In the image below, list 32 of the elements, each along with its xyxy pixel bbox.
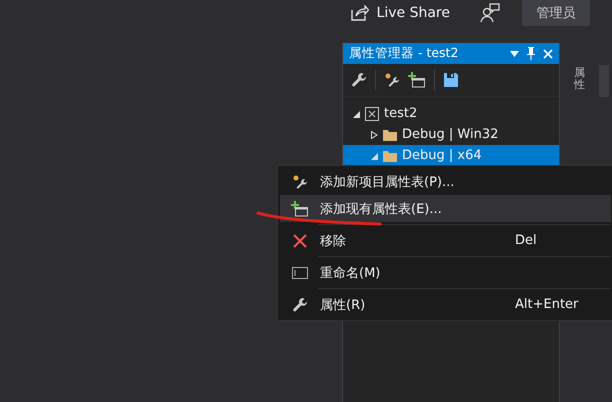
person-chat-icon[interactable]	[480, 3, 500, 23]
folder-icon	[383, 128, 397, 140]
pin-icon[interactable]	[527, 47, 535, 60]
add-sheet-icon	[408, 72, 426, 88]
user-button[interactable]: 管理员	[522, 0, 590, 26]
tree-item[interactable]: test2	[343, 103, 559, 124]
tree-item[interactable]: Debug | Win32	[343, 124, 559, 145]
close-icon[interactable]	[543, 48, 553, 58]
tree-item-label: Debug | x64	[402, 148, 482, 163]
shortcut-label: Del	[515, 233, 538, 248]
add-sheet-icon	[291, 200, 309, 216]
menu-item[interactable]: 添加现有属性表(E)...	[280, 195, 611, 227]
wrench-icon	[351, 72, 367, 88]
folder-icon	[383, 150, 397, 162]
sparkle-wrench-icon	[292, 174, 308, 190]
tree-item-label: test2	[384, 106, 418, 121]
live-share-button[interactable]: Live Share	[342, 5, 458, 21]
collapsed-arrow-icon[interactable]	[371, 130, 378, 138]
save-icon	[443, 72, 459, 88]
dropdown-icon[interactable]	[510, 50, 519, 56]
project-icon	[365, 106, 379, 120]
tree-item[interactable]: Debug | x64	[343, 145, 559, 166]
side-tab[interactable]: 属性	[574, 67, 585, 92]
rename-icon	[292, 266, 308, 278]
expanded-arrow-icon[interactable]	[353, 110, 360, 118]
tree-item-label: Debug | Win32	[402, 127, 498, 142]
close-icon	[293, 234, 307, 248]
share-icon	[350, 5, 369, 21]
shortcut-label: Alt+Enter	[515, 297, 580, 312]
wrench-icon	[292, 296, 308, 312]
sparkle-wrench-icon	[384, 72, 400, 88]
panel-title: 属性管理器 - test2	[349, 45, 460, 62]
